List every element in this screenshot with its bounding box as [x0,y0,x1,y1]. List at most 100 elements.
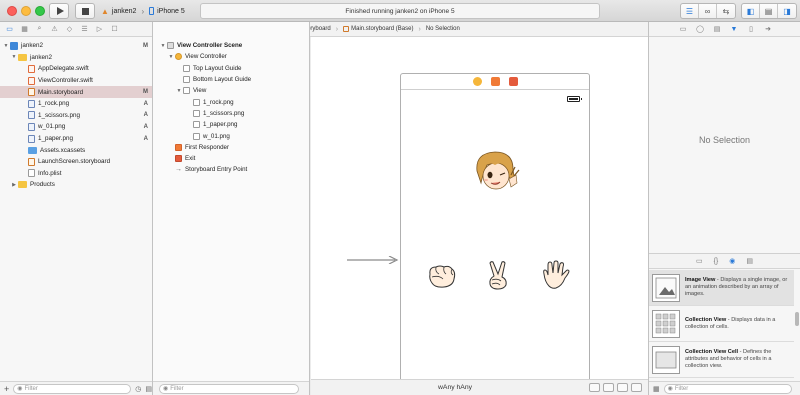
outline-item[interactable]: Top Layout Guide [153,63,309,74]
version-editor-icon[interactable]: ⇆ [717,4,735,18]
jump-bar-item[interactable]: Main.storyboard (Base) [343,26,413,32]
add-icon[interactable]: + [4,384,9,394]
disclosure-icon[interactable]: ▶ [10,182,18,188]
nav-item-file-selected[interactable]: Main.storyboard M [0,86,152,98]
outline-item[interactable]: 1_rock.png [153,96,309,107]
rock-image-view[interactable] [427,264,457,290]
nav-item-group[interactable]: ▶ Products [0,179,152,191]
outline-item[interactable]: First Responder [153,142,309,153]
library-item[interactable]: Image View - Displays a single image, or… [649,270,794,306]
outline-item[interactable]: → Storyboard Entry Point [153,164,309,175]
size-inspector-icon[interactable]: ▯ [747,25,755,33]
assistant-editor-icon[interactable]: ∞ [699,4,717,18]
library-scrollbar[interactable] [795,312,799,326]
identity-inspector-icon[interactable]: ▤ [713,25,721,33]
nav-item-file[interactable]: LaunchScreen.storyboard [0,156,152,168]
first-responder-icon[interactable] [490,77,500,86]
library-item[interactable]: Collection View Cell - Defines the attri… [649,342,794,378]
nav-item-file[interactable]: w_01.png A [0,121,152,133]
girl-image-view[interactable] [471,149,523,195]
stop-button[interactable] [75,3,95,19]
view-controller-icon[interactable] [472,77,482,86]
symbol-icon[interactable]: ▦ [20,25,29,33]
chevron-right-icon: › [141,6,145,16]
nav-item-file[interactable]: ViewController.swift [0,75,152,87]
attributes-inspector-icon[interactable]: ▼ [730,26,738,33]
outline-item[interactable]: ▼ View Controller Scene [153,40,309,51]
view-controller-scene[interactable] [400,73,590,383]
report-icon[interactable]: ☐ [110,25,119,33]
file-inspector-icon[interactable]: ▭ [679,25,687,33]
size-class-button[interactable]: wAny hAny [438,384,472,391]
outline-item[interactable]: 1_scissors.png [153,108,309,119]
stack-icon[interactable] [589,383,600,392]
library-item-text: Collection View - Displays data in a col… [685,317,794,331]
recent-files-icon[interactable]: ◷ [135,385,141,393]
jump-bar-item[interactable]: No Selection [426,26,460,32]
scheme-selector[interactable]: ▲ janken2 › iPhone 5 [101,5,185,17]
disclosure-icon[interactable]: ▼ [175,88,183,94]
outline-item[interactable]: ▼ View [153,85,309,96]
outline-item[interactable]: w_01.png [153,130,309,141]
minimize-window-button[interactable] [21,6,31,16]
layout-guide-icon [183,76,190,84]
storyboard-entry-arrow[interactable] [347,256,399,264]
nav-item-project[interactable]: ▼ janken2 M [0,40,152,52]
outline-item[interactable]: Bottom Layout Guide [153,74,309,85]
storyboard-file-icon [28,157,35,166]
outline-label: 1_paper.png [203,121,238,129]
resolve-icon[interactable] [631,383,642,392]
disclosure-icon[interactable]: ▼ [2,43,10,49]
scissors-image-view[interactable] [485,260,511,290]
file-list: ▼ janken2 M ▼ janken2 AppDelegate.swift … [0,37,152,191]
maximize-window-button[interactable] [35,6,45,16]
nav-item-file[interactable]: AppDelegate.swift [0,63,152,75]
outline-item[interactable]: 1_paper.png [153,119,309,130]
navigator-filter-input[interactable]: ◉ Filter [13,383,132,394]
navigator-toggle-icon[interactable]: ◧ [742,4,760,18]
standard-editor-icon[interactable]: ☰ [681,4,699,18]
object-library-icon[interactable]: ◉ [729,257,735,265]
debug-area-toggle-icon[interactable]: ▤ [760,4,778,18]
warning-icon[interactable]: ⚠ [50,25,59,33]
nav-item-group[interactable]: ▼ janken2 [0,52,152,64]
disclosure-icon[interactable]: ▼ [167,54,175,60]
nav-item-file[interactable]: 1_scissors.png A [0,110,152,122]
scm-filter-icon[interactable]: ▤ [145,385,152,393]
folder-icon[interactable]: ▭ [5,25,14,33]
outline-label: 1_rock.png [203,98,234,106]
align-icon[interactable] [603,383,614,392]
nav-item-file[interactable]: Info.plist [0,168,152,180]
pin-icon[interactable] [617,383,628,392]
nav-item-file[interactable]: 1_rock.png A [0,98,152,110]
nav-item-file[interactable]: Assets.xcassets [0,144,152,156]
nav-item-file[interactable]: 1_paper.png A [0,133,152,145]
outline-item[interactable]: ▼ View Controller [153,51,309,62]
paper-image-view[interactable] [541,260,571,290]
search-icon[interactable]: ⌕ [35,25,44,33]
disclosure-icon[interactable]: ▼ [10,54,18,60]
disclosure-icon[interactable]: ▼ [159,43,167,49]
filter-placeholder: Filter [674,385,689,392]
library-item[interactable]: Collection View - Displays data in a col… [649,306,794,342]
code-snippet-icon[interactable]: {} [714,258,719,265]
utilities-toggle-icon[interactable]: ◨ [778,4,796,18]
canvas-bottom-bar: wAny hAny [311,379,648,395]
storyboard-canvas[interactable] [311,37,648,383]
run-button[interactable] [49,3,69,19]
close-window-button[interactable] [7,6,17,16]
debug-icon[interactable]: ☰ [80,25,89,33]
image-file-icon [28,99,35,108]
exit-icon[interactable] [508,77,518,86]
file-template-icon[interactable]: ▭ [696,257,703,265]
connections-inspector-icon[interactable]: ➜ [764,25,772,33]
test-icon[interactable]: ◇ [65,25,74,33]
outline-filter-input[interactable]: ◉ Filter [159,383,299,394]
media-library-icon[interactable]: ▤ [746,257,753,265]
outline-item[interactable]: Exit [153,153,309,164]
breakpoint-icon[interactable]: ▷ [95,25,104,33]
library-filter-input[interactable]: ◉ Filter [663,383,792,394]
image-file-icon [28,122,35,131]
quick-help-icon[interactable]: ◯ [696,25,704,33]
grid-view-icon[interactable]: ▦ [653,385,660,393]
